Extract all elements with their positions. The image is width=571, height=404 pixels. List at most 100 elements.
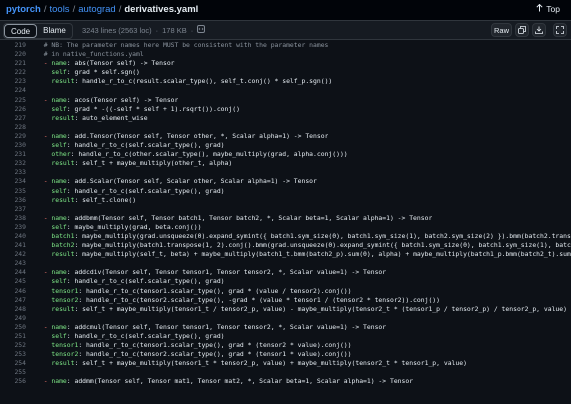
line-number[interactable]: 220	[0, 50, 36, 59]
code-line: 246 tensor1: handle_r_to_c(tensor1.scala…	[0, 287, 571, 296]
line-number[interactable]: 251	[0, 332, 36, 341]
line-count: 3243 lines (2563 loc)	[82, 25, 152, 35]
top-button[interactable]: Top	[536, 3, 560, 14]
line-number[interactable]: 226	[0, 105, 36, 114]
line-number[interactable]: 230	[0, 141, 36, 150]
code-line: 229 - name: add.Tensor(Tensor self, Tens…	[0, 132, 571, 141]
breadcrumb-repo-link[interactable]: pytorch	[6, 4, 41, 15]
code-token: batch2	[51, 241, 75, 250]
code-line: 236 result: self_t.clone()	[0, 196, 571, 205]
line-number[interactable]: 236	[0, 196, 36, 205]
breadcrumb-tools-link[interactable]: tools	[49, 4, 69, 15]
line-number[interactable]: 249	[0, 314, 36, 323]
line-number[interactable]: 238	[0, 214, 36, 223]
line-number[interactable]: 233	[0, 168, 36, 177]
code-line: 249	[0, 314, 571, 323]
code-line: 224	[0, 86, 571, 95]
line-number[interactable]: 243	[0, 259, 36, 268]
code-text: result: self_t + maybe_multiply(tensor1_…	[36, 305, 567, 314]
code-text: batch2: maybe_multiply(batch1.transpose(…	[36, 241, 571, 250]
code-text: result: maybe_multiply(self_t, beta) + m…	[36, 250, 571, 259]
line-number[interactable]: 246	[0, 287, 36, 296]
top-bar: pytorch / tools / autograd / derivatives…	[0, 0, 571, 20]
code-text: self: handle_r_to_c(self.scalar_type(), …	[36, 277, 224, 286]
code-token: : addcmul(Tensor self, Tensor tensor1, T…	[66, 322, 387, 331]
line-number[interactable]: 244	[0, 268, 36, 277]
code-token: tensor1	[51, 341, 79, 350]
line-number[interactable]: 248	[0, 305, 36, 314]
code-token: tensor1	[51, 286, 79, 295]
copy-button[interactable]	[515, 23, 529, 37]
line-number[interactable]: 223	[0, 77, 36, 86]
code-text: - name: addmm(Tensor self, Tensor mat1, …	[36, 377, 413, 386]
line-number[interactable]: 232	[0, 159, 36, 168]
line-number[interactable]: 250	[0, 323, 36, 332]
code-token: result	[51, 195, 75, 204]
breadcrumb: pytorch / tools / autograd / derivatives…	[6, 4, 198, 15]
file-header: Code Blame 3243 lines (2563 loc) · 178 K…	[0, 20, 571, 40]
line-number[interactable]: 235	[0, 187, 36, 196]
line-number[interactable]: 253	[0, 350, 36, 359]
code-token: : maybe_multiply(grad, beta.conj())	[66, 222, 202, 231]
code-token: : handle_r_to_c(tensor1.scalar_type(), g…	[78, 286, 352, 295]
code-token: name	[51, 322, 67, 331]
line-number[interactable]: 231	[0, 150, 36, 159]
download-button[interactable]	[532, 23, 546, 37]
tab-code[interactable]: Code	[4, 24, 38, 38]
code-token: : handle_r_to_c(tensor2.scalar_type(), -…	[78, 295, 440, 304]
line-number[interactable]: 234	[0, 177, 36, 186]
code-line: 222 self: grad * self.sgn()	[0, 68, 571, 77]
line-number[interactable]: 227	[0, 114, 36, 123]
line-number[interactable]: 221	[0, 59, 36, 68]
code-text: self: handle_r_to_c(self.scalar_type(), …	[36, 332, 224, 341]
code-line: 256 - name: addmm(Tensor self, Tensor ma…	[0, 377, 571, 386]
line-number[interactable]: 245	[0, 277, 36, 286]
code-line: 248 result: self_t + maybe_multiply(tens…	[0, 305, 571, 314]
line-number[interactable]: 224	[0, 86, 36, 95]
line-number[interactable]: 241	[0, 241, 36, 250]
line-number[interactable]: 247	[0, 296, 36, 305]
code-token: : auto_element_wise	[74, 113, 148, 122]
code-token: # NB: The parameter names here MUST be c…	[36, 41, 329, 49]
line-number[interactable]: 240	[0, 232, 36, 241]
line-number[interactable]: 225	[0, 96, 36, 105]
raw-button[interactable]: Raw	[491, 23, 512, 37]
line-number[interactable]: 219	[0, 41, 36, 50]
code-token: name	[51, 59, 67, 68]
line-number[interactable]: 239	[0, 223, 36, 232]
copy-icon	[518, 26, 526, 34]
code-token: : abs(Tensor self) -> Tensor	[66, 59, 175, 68]
line-number[interactable]: 252	[0, 341, 36, 350]
code-token: -	[36, 322, 52, 331]
code-line: 225 - name: acos(Tensor self) -> Tensor	[0, 96, 571, 105]
code-token: self	[51, 277, 67, 286]
line-number[interactable]: 254	[0, 359, 36, 368]
line-number[interactable]: 242	[0, 250, 36, 259]
breadcrumb-autograd-link[interactable]: autograd	[78, 4, 116, 15]
line-number[interactable]: 255	[0, 368, 36, 377]
code-line: 251 self: handle_r_to_c(self.scalar_type…	[0, 332, 571, 341]
line-number[interactable]: 229	[0, 132, 36, 141]
code-token: : grad * self.sgn()	[66, 68, 140, 77]
code-token: self	[51, 222, 67, 231]
line-number[interactable]: 228	[0, 123, 36, 132]
code-token: # in native_functions.yaml	[36, 50, 144, 59]
code-token: self	[51, 332, 67, 340]
line-number[interactable]: 237	[0, 205, 36, 214]
code-text: tensor1: handle_r_to_c(tensor1.scalar_ty…	[36, 341, 351, 350]
tab-blame[interactable]: Blame	[37, 24, 72, 38]
code-text: self: grad * -((-self * self + 1).rsqrt(…	[36, 105, 240, 114]
expand-button[interactable]	[553, 23, 567, 37]
line-number[interactable]: 222	[0, 68, 36, 77]
code-token: name	[51, 177, 67, 186]
code-text: tensor2: handle_r_to_c(tensor2.scalar_ty…	[36, 296, 440, 305]
code-text: # in native_functions.yaml	[36, 50, 144, 59]
code-token: -	[36, 95, 52, 104]
line-number[interactable]: 256	[0, 377, 36, 386]
